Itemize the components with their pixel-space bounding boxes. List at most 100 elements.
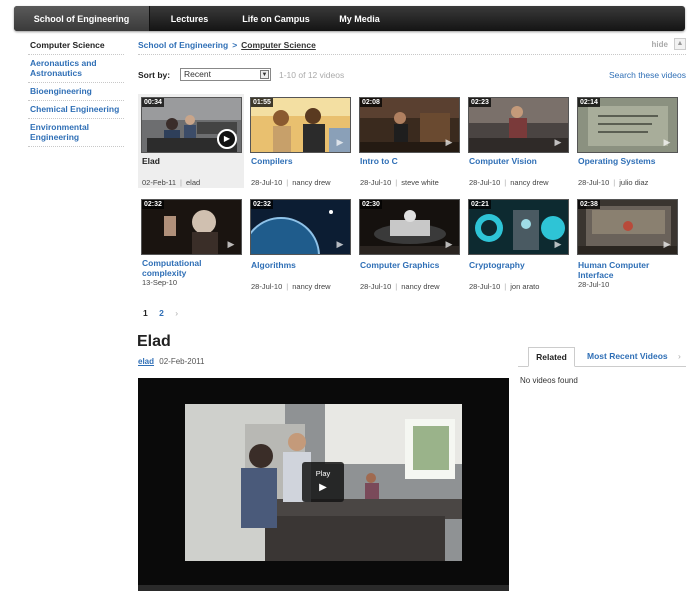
meta-divider: | (286, 178, 289, 187)
video-title[interactable]: Computer Graphics (360, 260, 458, 270)
meta-divider: | (286, 282, 289, 291)
no-videos-message: No videos found (520, 376, 578, 385)
dropdown-arrow-icon[interactable]: ▼ (260, 70, 269, 79)
video-thumbnail[interactable]: 02:21 ▶ (468, 199, 569, 255)
video-detail-meta: elad 02-Feb-2011 (138, 357, 204, 366)
breadcrumb-separator: > (232, 40, 238, 50)
play-icon[interactable]: ▶ (217, 129, 237, 149)
video-thumbnail[interactable]: 02:32 ▶ (141, 199, 242, 255)
video-card[interactable]: 02:32 ▶ Algorithms 28-Jul-10 | nancy drew (247, 196, 353, 291)
video-meta: 28-Jul-10 (578, 280, 676, 289)
play-button[interactable]: Play ▶ (302, 462, 344, 502)
video-card[interactable]: 02:32 ▶ Computational complexity 13-Sep-… (138, 196, 244, 287)
page-link[interactable]: 2 (159, 308, 164, 318)
video-author: nancy drew (292, 282, 331, 291)
sidebar-item-aeronautics[interactable]: Aeronautics and Astronautics (28, 55, 124, 83)
video-player[interactable]: Play ▶ (138, 378, 509, 591)
breadcrumb-parent-link[interactable]: School of Engineering (138, 40, 228, 50)
duration-badge: 02:23 (469, 98, 491, 107)
sidebar-item-chemical-engineering[interactable]: Chemical Engineering (28, 101, 124, 119)
breadcrumb-current[interactable]: Computer Science (241, 40, 316, 50)
video-thumbnail[interactable]: 01:55 ▶ (250, 97, 351, 153)
duration-badge: 02:14 (578, 98, 600, 107)
tabs-next-icon[interactable]: › (678, 347, 681, 367)
video-meta: 28-Jul-10 | nancy drew (251, 178, 349, 187)
play-icon[interactable]: ▶ (225, 238, 237, 250)
player-control-bar[interactable] (138, 585, 509, 591)
play-icon[interactable]: ▶ (661, 238, 673, 250)
sort-select[interactable]: Recent ▼ (180, 68, 271, 81)
tab-life-on-campus[interactable]: Life on Campus (229, 6, 323, 31)
video-card[interactable]: 01:55 ▶ Compilers 28-Jul-10 | nancy drew (247, 94, 353, 187)
video-title[interactable]: Computational complexity (142, 258, 240, 278)
video-meta: 28-Jul-10 | julio diaz (578, 178, 676, 187)
video-thumbnail[interactable]: 02:23 ▶ (468, 97, 569, 153)
meta-divider: | (395, 282, 398, 291)
video-date: 28-Jul-10 (469, 178, 501, 187)
video-title[interactable]: Algorithms (251, 260, 349, 270)
play-icon[interactable]: ▶ (443, 238, 455, 250)
video-thumbnail[interactable]: 02:32 ▶ (250, 199, 351, 255)
video-meta: 28-Jul-10 | steve white (360, 178, 458, 187)
video-date: 02-Feb-11 (142, 178, 177, 187)
video-date: 28-Jul-10 (469, 282, 501, 291)
sidebar-item-environmental-engineering[interactable]: Environmental Engineering (28, 119, 124, 147)
play-icon: ▶ (319, 482, 327, 493)
video-meta: 28-Jul-10 | nancy drew (469, 178, 567, 187)
tab-most-recent-videos[interactable]: Most Recent Videos (587, 347, 668, 367)
sort-label: Sort by: (138, 70, 171, 80)
video-card[interactable]: 02:38 ▶ Human Computer Interface 28-Jul-… (574, 196, 680, 289)
video-thumbnail[interactable]: 02:38 ▶ (577, 199, 678, 255)
video-thumbnail[interactable]: 02:08 ▶ (359, 97, 460, 153)
play-icon[interactable]: ▶ (334, 238, 346, 250)
video-meta: 28-Jul-10 | nancy drew (360, 282, 458, 291)
video-card[interactable]: 02:08 ▶ Intro to C 28-Jul-10 | steve white (356, 94, 462, 187)
duration-badge: 02:32 (251, 200, 273, 209)
video-card[interactable]: 02:23 ▶ Computer Vision 28-Jul-10 | nancy … (465, 94, 571, 187)
play-icon[interactable]: ▶ (661, 136, 673, 148)
hide-link[interactable]: hide (652, 40, 668, 49)
video-author: nancy drew (510, 178, 549, 187)
video-thumbnail[interactable]: 02:14 ▶ (577, 97, 678, 153)
play-icon[interactable]: ▶ (334, 136, 346, 148)
video-card[interactable]: 02:14 ▶ Operating Systems 28-Jul-10 | juli… (574, 94, 680, 187)
duration-badge: 02:21 (469, 200, 491, 209)
play-icon[interactable]: ▶ (552, 238, 564, 250)
video-title[interactable]: Elad (142, 156, 240, 166)
play-icon[interactable]: ▶ (443, 136, 455, 148)
play-icon[interactable]: ▶ (552, 136, 564, 148)
video-detail-title: Elad (137, 333, 171, 350)
video-detail-author-link[interactable]: elad (138, 357, 154, 366)
next-page-icon[interactable]: › (175, 308, 178, 318)
tab-related[interactable]: Related (528, 347, 575, 367)
video-count: 1-10 of 12 videos (279, 70, 345, 80)
sidebar-item-bioengineering[interactable]: Bioengineering (28, 83, 124, 101)
video-meta: 28-Jul-10 | nancy drew (251, 282, 349, 291)
page-current: 1 (143, 308, 148, 318)
video-meta: 13-Sep-10 (142, 278, 240, 287)
sort-selected-value: Recent (184, 69, 211, 79)
video-date: 28-Jul-10 (578, 280, 610, 289)
tab-school-of-engineering[interactable]: School of Engineering (14, 6, 150, 31)
video-card[interactable]: 02:30 ▶ Computer Graphics 28-Jul-10 | nanc… (356, 196, 462, 291)
video-thumbnail[interactable]: 00:34 ▶ (141, 97, 242, 153)
meta-divider: | (613, 178, 616, 187)
meta-divider: | (180, 178, 182, 187)
tab-my-media[interactable]: My Media (323, 6, 396, 31)
search-these-videos-link[interactable]: Search these videos (609, 70, 686, 80)
video-meta: 28-Jul-10 | jon arato (469, 282, 567, 291)
tab-lectures[interactable]: Lectures (150, 6, 229, 31)
sidebar-item-computer-science[interactable]: Computer Science (28, 38, 124, 55)
video-title[interactable]: Compilers (251, 156, 349, 166)
video-title[interactable]: Intro to C (360, 156, 458, 166)
video-title[interactable]: Human Computer Interface (578, 260, 676, 280)
video-date: 13-Sep-10 (142, 278, 178, 287)
video-title[interactable]: Cryptography (469, 260, 567, 270)
collapse-icon[interactable]: ▲ (674, 38, 686, 50)
video-card[interactable]: 00:34 ▶ Elad 02-Feb-11 | elad (138, 94, 244, 188)
video-title[interactable]: Operating Systems (578, 156, 676, 166)
video-title[interactable]: Computer Vision (469, 156, 567, 166)
video-card[interactable]: 02:21 ▶ Cryptography 28-Jul-10 | jon arato (465, 196, 571, 291)
top-navigation: School of Engineering Lectures Life on C… (14, 6, 685, 31)
video-thumbnail[interactable]: 02:30 ▶ (359, 199, 460, 255)
